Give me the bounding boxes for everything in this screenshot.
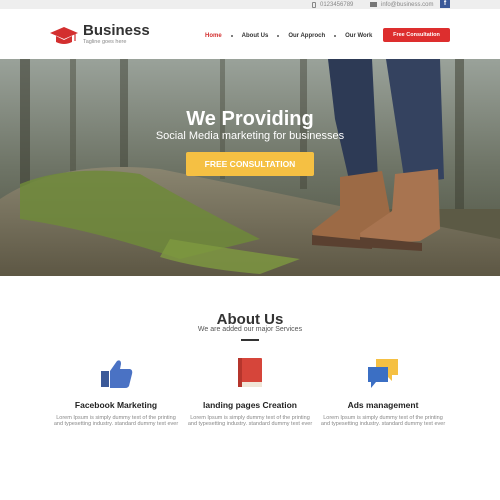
brand-tagline: Tagline goes here [83,39,127,45]
nav-separator [334,35,337,37]
nav-our-approach[interactable]: Our Approch [288,32,325,40]
book-icon [238,358,262,387]
service-title: Ads management [347,400,419,410]
top-bar: 0123456789 info@business.com f [0,0,500,9]
email-address: info@business.com [381,1,434,8]
hero-title: We Providing [186,108,314,130]
phone-contact[interactable]: 0123456789 [312,0,353,9]
facebook-icon[interactable]: f [440,0,450,8]
service-title: Facebook Marketing [74,400,158,410]
nav-our-work[interactable]: Our Work [345,32,372,40]
nav-separator [277,35,280,37]
main-nav: Home About Us Our Approch Our Work [205,32,372,40]
phone-icon [312,1,316,8]
service-title: landing pages Creation [203,400,297,410]
email-contact[interactable]: info@business.com [370,0,433,9]
service-card-ads-management[interactable]: Ads management Lorem Ipsum is simply dum… [313,357,453,427]
service-description: Lorem Ipsum is simply dummy text of the … [187,415,313,427]
nav-home[interactable]: Home [205,32,222,40]
thumbs-up-icon [101,360,133,388]
brand-name[interactable]: Business [83,23,150,39]
graduation-cap-icon [50,27,78,44]
service-card-facebook-marketing[interactable]: Facebook Marketing Lorem Ipsum is simply… [46,357,186,427]
hero-subtitle: Social Media marketing for businesses [155,130,345,142]
service-description: Lorem Ipsum is simply dummy text of the … [320,415,446,427]
about-subtitle: We are added our major Services [197,326,303,333]
mail-icon [370,2,377,7]
nav-separator [230,35,233,37]
hero-banner: We Providing Social Media marketing for … [0,59,500,276]
hero-consultation-button[interactable]: FREE CONSULTATION [186,152,314,176]
nav-about-us[interactable]: About Us [242,32,269,40]
chat-bubbles-icon [368,359,398,388]
section-divider [241,339,259,341]
phone-number: 0123456789 [320,1,354,8]
service-card-landing-pages[interactable]: landing pages Creation Lorem Ipsum is si… [180,357,320,427]
site-header: Business Tagline goes here Home About Us… [0,9,500,59]
free-consultation-button[interactable]: Free Consultation [383,28,450,42]
service-description: Lorem Ipsum is simply dummy text of the … [53,415,179,427]
